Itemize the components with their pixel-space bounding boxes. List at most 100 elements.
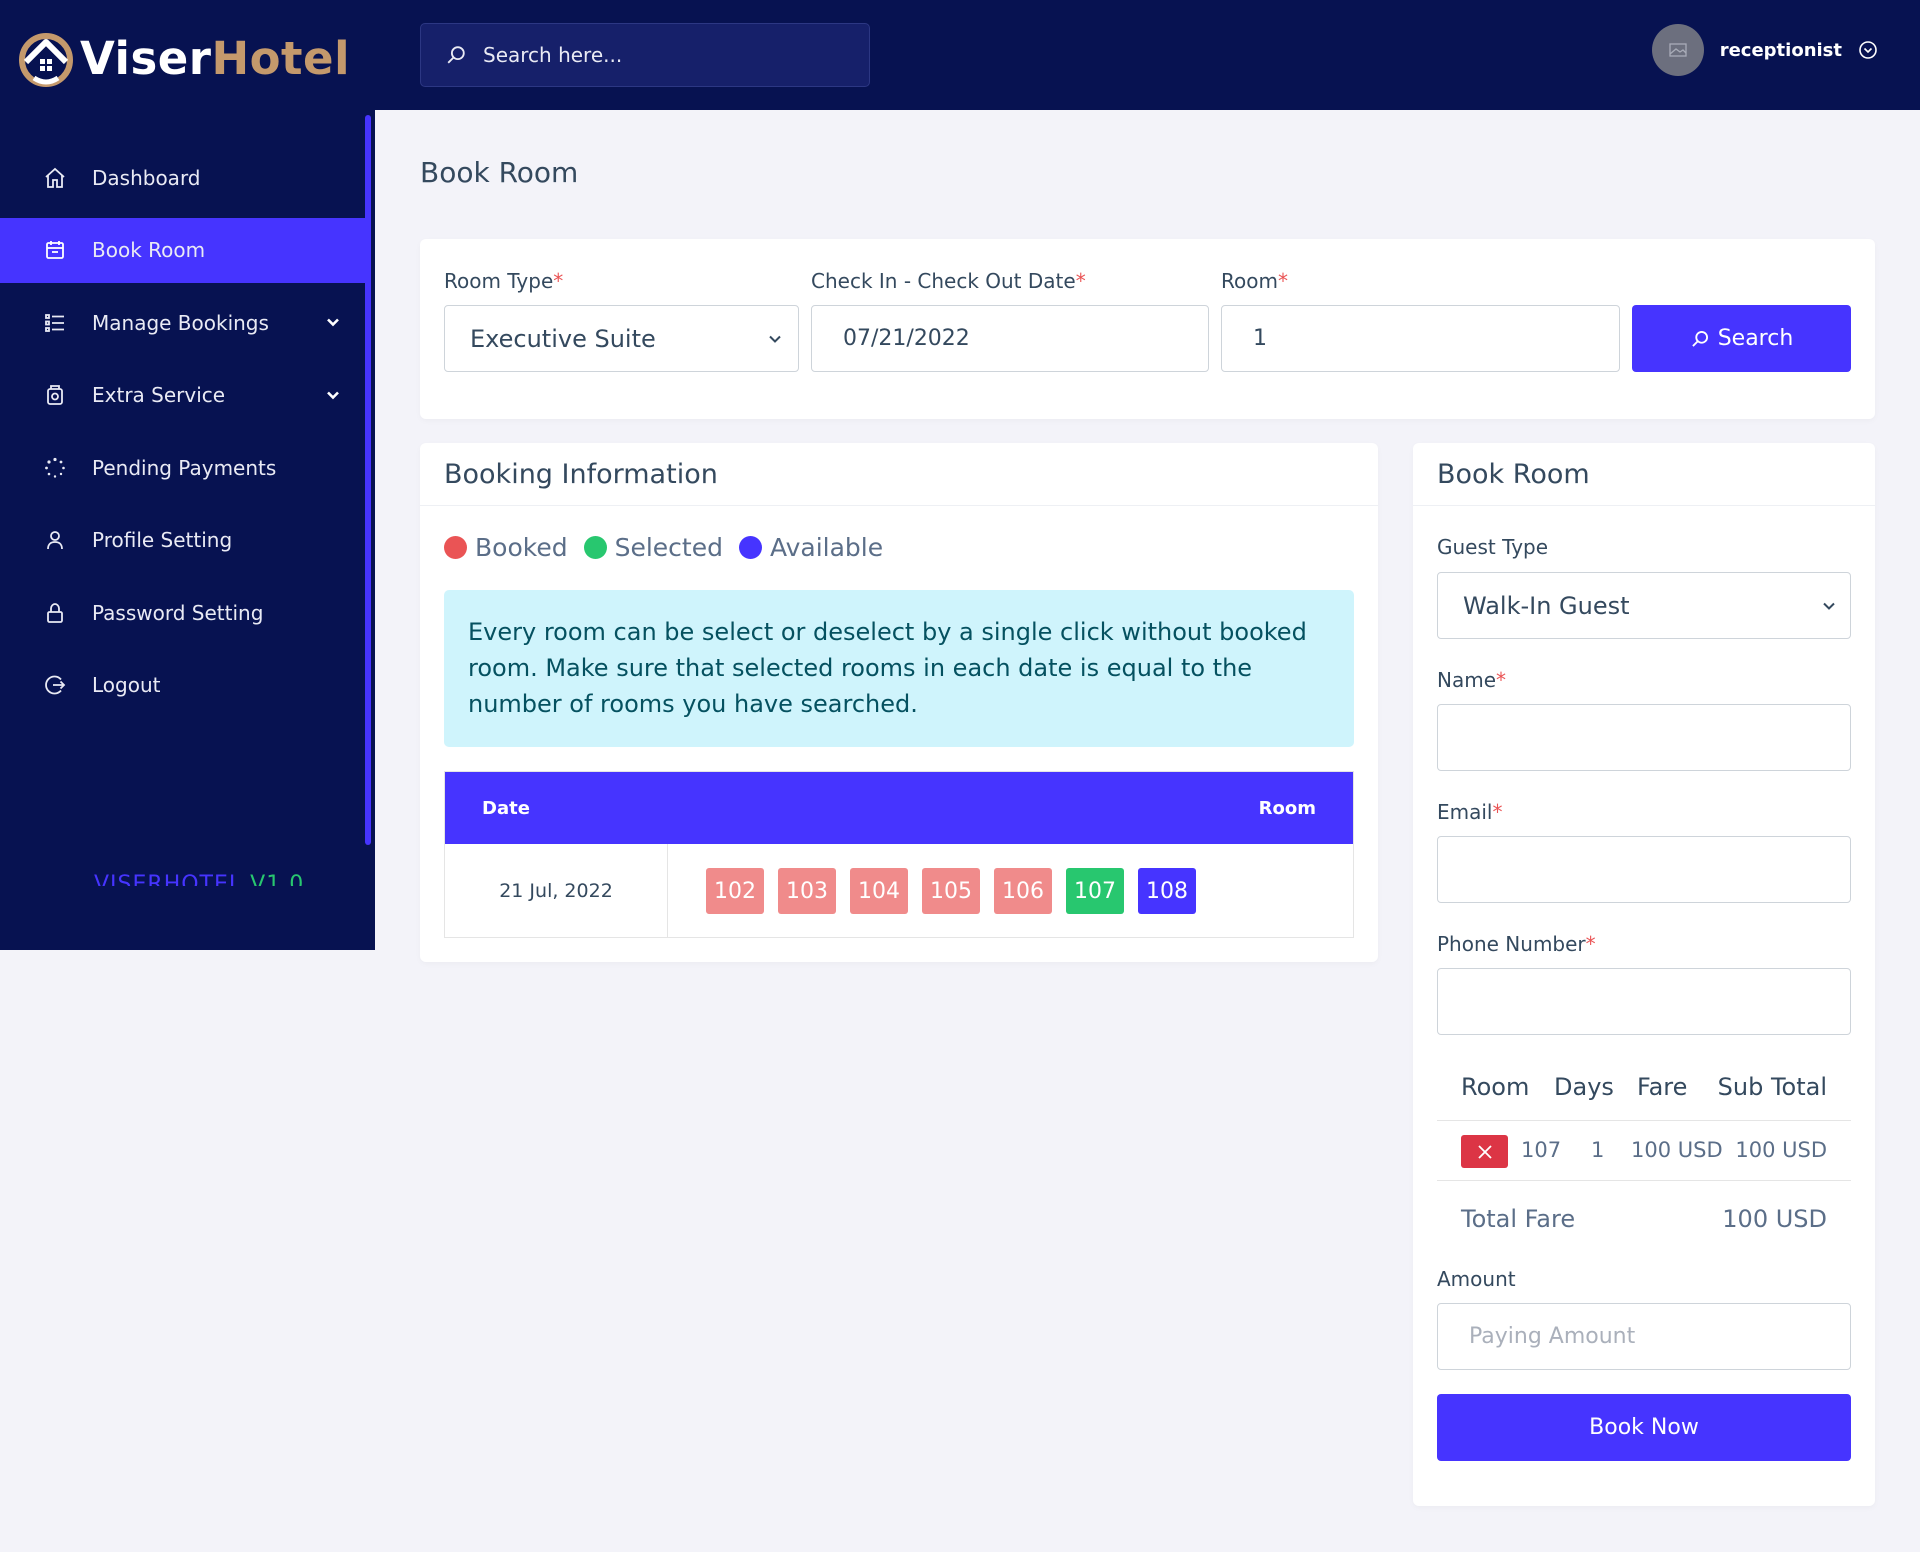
- booking-information-title: Booking Information: [420, 443, 1378, 506]
- room-108-button[interactable]: 108: [1138, 868, 1196, 914]
- room-count-label-text: Room: [1221, 269, 1278, 293]
- email-label-text: Email: [1437, 800, 1493, 824]
- chevron-down-icon: [327, 391, 339, 399]
- booking-information-card: Booking Information Booked Selected Avai…: [420, 443, 1378, 962]
- guest-type-label: Guest Type: [1437, 535, 1549, 559]
- legend-dot: [444, 536, 467, 559]
- sidebar-item-label: Password Setting: [92, 600, 264, 625]
- list-icon: [42, 310, 68, 336]
- sidebar-item-password-setting[interactable]: Password Setting: [0, 580, 365, 645]
- sidebar-item-label: Logout: [92, 673, 161, 697]
- room-type-label: Room Type*: [444, 269, 563, 293]
- search-box[interactable]: [420, 23, 870, 87]
- room-type-select[interactable]: Executive Suite: [444, 305, 799, 372]
- book-room-title: Book Room: [1413, 443, 1875, 506]
- summary-days-header: Days: [1554, 1073, 1614, 1101]
- summary-table-header: Room Days Fare Sub Total: [1437, 1061, 1851, 1121]
- room-availability-table: Date Room 21 Jul, 2022 102 103 104 105 1…: [444, 771, 1354, 938]
- room-105-button[interactable]: 105: [922, 868, 980, 914]
- room-102-button[interactable]: 102: [706, 868, 764, 914]
- required-mark: *: [1585, 932, 1596, 956]
- date-label-text: Check In - Check Out Date: [811, 269, 1076, 293]
- guest-type-value: Walk-In Guest: [1463, 591, 1630, 620]
- total-fare-row: Total Fare 100 USD: [1437, 1181, 1851, 1256]
- legend-label: Selected: [614, 533, 723, 562]
- total-fare-label: Total Fare: [1461, 1205, 1576, 1233]
- phone-field[interactable]: [1437, 968, 1851, 1035]
- required-mark: *: [553, 269, 564, 293]
- selection-notice: Every room can be select or deselect by …: [444, 590, 1354, 747]
- sidebar-item-pending-payments[interactable]: Pending Payments: [0, 435, 365, 500]
- room-type-label-text: Room Type: [444, 269, 554, 293]
- room-103-button[interactable]: 103: [778, 868, 836, 914]
- sidebar-menu: Dashboard Book Room Manage Bookings Extr…: [0, 145, 365, 725]
- chevron-down-icon: [769, 335, 781, 343]
- date-column-header: Date: [482, 797, 530, 819]
- room-106-button[interactable]: 106: [994, 868, 1052, 914]
- required-mark: *: [1277, 269, 1288, 293]
- user-icon: [42, 527, 68, 553]
- summary-room-header: Room: [1461, 1073, 1530, 1101]
- room-buttons: 102 103 104 105 106 107 108: [668, 844, 1210, 938]
- name-field[interactable]: [1437, 704, 1851, 771]
- hotel-logo-icon: [19, 33, 73, 87]
- sidebar-item-dashboard[interactable]: Dashboard: [0, 145, 365, 210]
- amount-field[interactable]: [1469, 1324, 1809, 1349]
- remove-room-button[interactable]: [1461, 1135, 1508, 1168]
- spinner-icon: [42, 455, 68, 481]
- sidebar-item-logout[interactable]: Logout: [0, 653, 365, 718]
- sidebar-scrollbar[interactable]: [365, 115, 371, 845]
- summary-fare: 100 USD: [1631, 1138, 1723, 1162]
- date-range-input[interactable]: 07/21/2022: [811, 305, 1209, 372]
- room-104-button[interactable]: 104: [850, 868, 908, 914]
- legend-selected: Selected: [583, 533, 723, 562]
- name-label: Name*: [1437, 668, 1506, 692]
- name-label-text: Name: [1437, 668, 1497, 692]
- legend-dot: [738, 536, 762, 559]
- summary-subtotal: 100 USD: [1735, 1138, 1827, 1162]
- chevron-down-icon: [327, 318, 339, 327]
- search-icon: [1691, 330, 1708, 347]
- room-107-button[interactable]: 107: [1066, 868, 1124, 914]
- room-type-value: Executive Suite: [470, 324, 656, 353]
- room-column-header: Room: [1258, 797, 1316, 819]
- guest-type-select[interactable]: Walk-In Guest: [1437, 572, 1851, 639]
- table-row: 21 Jul, 2022 102 103 104 105 106 107 108: [445, 844, 1353, 938]
- search-button[interactable]: Search: [1632, 305, 1851, 372]
- user-menu[interactable]: receptionist: [1651, 24, 1878, 76]
- brand-word-1: Viser: [80, 31, 212, 85]
- chevron-down-circle-icon[interactable]: [1858, 40, 1878, 60]
- legend-available: Available: [738, 533, 884, 562]
- sidebar-item-label: Manage Bookings: [92, 310, 269, 335]
- sidebar-item-profile-setting[interactable]: Profile Setting: [0, 508, 365, 573]
- room-count-input[interactable]: 1: [1221, 305, 1620, 372]
- sidebar-item-label: Dashboard: [92, 165, 201, 190]
- brand-name: ViserHotel: [80, 32, 350, 85]
- username[interactable]: receptionist: [1720, 40, 1842, 61]
- legend-label: Available: [769, 533, 884, 562]
- book-now-button[interactable]: Book Now: [1437, 1394, 1851, 1461]
- amount-field-wrapper[interactable]: [1437, 1303, 1851, 1370]
- email-field[interactable]: [1437, 836, 1851, 903]
- room-status-legend: Booked Selected Available: [444, 533, 899, 562]
- sidebar-item-label: Profile Setting: [92, 528, 233, 552]
- brand-logo[interactable]: ViserHotel: [14, 26, 350, 90]
- cart-icon: [42, 382, 68, 408]
- row-date: 21 Jul, 2022: [445, 844, 668, 938]
- sidebar: ViserHotel Dashboard Book Room Manage Bo…: [0, 0, 375, 950]
- sidebar-item-label: Book Room: [92, 238, 206, 262]
- sidebar-item-book-room[interactable]: Book Room: [0, 217, 365, 283]
- sidebar-item-manage-bookings[interactable]: Manage Bookings: [0, 290, 365, 355]
- close-icon: [1477, 1144, 1492, 1159]
- sidebar-item-extra-service[interactable]: Extra Service: [0, 363, 365, 428]
- summary-room: 107: [1521, 1138, 1562, 1162]
- required-mark: *: [1496, 668, 1507, 692]
- search-input[interactable]: [483, 43, 843, 67]
- avatar[interactable]: [1651, 24, 1704, 76]
- date-range-value: 07/21/2022: [843, 326, 970, 351]
- legend-dot: [583, 536, 607, 559]
- sidebar-item-label: Extra Service: [92, 383, 226, 407]
- summary-days: 1: [1591, 1138, 1605, 1162]
- version-number: V1.0: [250, 872, 305, 886]
- calendar-icon: [42, 237, 68, 263]
